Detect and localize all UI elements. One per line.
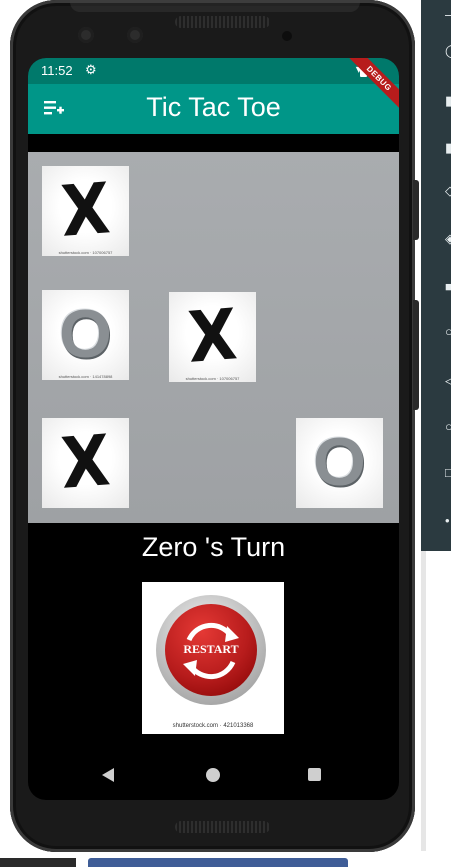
power-button[interactable] xyxy=(413,300,419,410)
home-icon[interactable]: ○ xyxy=(445,420,451,434)
restart-icon: RESTART xyxy=(156,595,266,705)
o-mark: O xyxy=(296,418,383,508)
app-title: Tic Tac Toe xyxy=(146,92,281,122)
system-nav-bar xyxy=(28,756,399,800)
back-icon[interactable]: ◁ xyxy=(445,374,451,388)
bottom-speaker xyxy=(175,821,270,833)
taskbar-left xyxy=(0,858,76,867)
overview-icon[interactable]: □ xyxy=(445,466,451,480)
nav-home-icon[interactable] xyxy=(206,768,220,782)
board-cell-6[interactable] xyxy=(276,276,399,399)
game-board: X shutterstock.com · 107006757 O shutter… xyxy=(28,152,399,523)
x-mark: X xyxy=(42,418,129,508)
more-icon[interactable]: • xyxy=(445,514,451,528)
device-screen: 11:52 ⚙ ▾◢ Tic Tac Toe DEBUG X shutterst… xyxy=(28,58,399,800)
taskbar-right xyxy=(88,858,348,867)
restart-button[interactable]: RESTART shutterstock.com · 421013368 xyxy=(142,582,284,734)
board-cell-1[interactable]: X shutterstock.com · 107006757 xyxy=(28,152,151,275)
emulator-strip xyxy=(421,551,426,851)
x-mark: X shutterstock.com · 107006757 xyxy=(169,292,256,382)
gear-icon: ⚙ xyxy=(85,62,97,77)
board-cell-5[interactable]: X shutterstock.com · 107006757 xyxy=(155,278,278,401)
restart-label: RESTART xyxy=(183,642,239,656)
board-cell-2[interactable] xyxy=(152,152,275,275)
rotate-left-icon[interactable]: ◇ xyxy=(445,184,451,198)
rotate-right-icon[interactable]: ◈ xyxy=(445,232,451,246)
emulator-toolbar: – ◯ ▮ ▮ ◇ ◈ ■ ○ ◁ ○ □ • xyxy=(421,0,451,551)
turn-indicator: Zero 's Turn xyxy=(141,532,286,562)
image-credit: shutterstock.com · 107006757 xyxy=(58,250,113,255)
volume-button[interactable] xyxy=(413,180,419,240)
board-cell-9[interactable]: O xyxy=(282,404,399,527)
camera-icon[interactable]: ■ xyxy=(445,280,451,294)
x-mark: X shutterstock.com · 107006757 xyxy=(42,166,129,256)
image-credit: shutterstock.com · 107006757 xyxy=(185,376,240,381)
earpiece-speaker xyxy=(175,16,270,28)
board-cell-3[interactable] xyxy=(276,152,399,275)
front-camera-right xyxy=(127,27,143,43)
power-icon[interactable]: ◯ xyxy=(445,44,451,58)
nav-back-icon[interactable] xyxy=(102,768,114,782)
app-bar: Tic Tac Toe xyxy=(28,84,399,134)
nav-recents-icon[interactable] xyxy=(308,768,321,781)
zoom-icon[interactable]: ○ xyxy=(445,325,451,339)
minimize-icon[interactable]: – xyxy=(445,8,451,22)
board-cell-4[interactable]: O shutterstock.com · 141478898 xyxy=(28,276,151,399)
proximity-sensor xyxy=(282,31,292,41)
image-credit: shutterstock.com · 421013368 xyxy=(172,723,254,729)
image-credit: shutterstock.com · 141478898 xyxy=(58,374,113,379)
status-time: 11:52 xyxy=(41,63,73,78)
volume-up-icon[interactable]: ▮ xyxy=(445,94,451,108)
board-cell-8[interactable] xyxy=(152,404,275,527)
board-cell-7[interactable]: X xyxy=(28,404,151,527)
o-mark: O shutterstock.com · 141478898 xyxy=(42,290,129,380)
volume-down-icon[interactable]: ▮ xyxy=(445,141,451,155)
status-bar: 11:52 ⚙ ▾◢ xyxy=(28,58,399,84)
front-camera-left xyxy=(78,27,94,43)
phone-top-edge xyxy=(70,0,360,12)
